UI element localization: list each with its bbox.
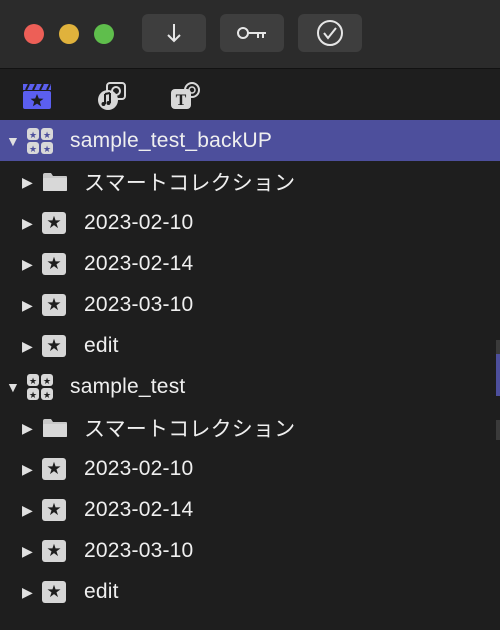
disclosure-triangle-closed[interactable]: ▶ <box>22 585 36 599</box>
clapper-star-icon <box>23 83 51 109</box>
photo-music-icon <box>98 82 126 110</box>
event-label: 2023-02-14 <box>84 497 194 521</box>
event-row[interactable]: ▶ ★ edit <box>0 325 500 366</box>
event-label: 2023-03-10 <box>84 292 194 316</box>
library-row[interactable]: ▼ ★ ★ ★ ★ sample_test_backUP <box>0 120 500 161</box>
event-star-icon: ★ <box>42 498 66 521</box>
event-row[interactable]: ▶ ★ 2023-03-10 <box>0 284 500 325</box>
svg-text:★: ★ <box>29 144 37 154</box>
event-row[interactable]: ▶ ★ 2023-02-14 <box>0 489 500 530</box>
titles-t-icon: T <box>171 82 200 109</box>
disclosure-triangle-open[interactable]: ▼ <box>6 380 20 394</box>
event-row[interactable]: ▶ ★ edit <box>0 571 500 612</box>
event-label: 2023-02-14 <box>84 251 194 275</box>
disclosure-triangle-closed[interactable]: ▶ <box>22 298 36 312</box>
library-icon: ★ ★ ★ ★ <box>27 128 53 154</box>
event-row[interactable]: ▶ ★ 2023-03-10 <box>0 530 500 571</box>
svg-text:★: ★ <box>43 144 51 154</box>
disclosure-triangle-closed[interactable]: ▶ <box>22 462 36 476</box>
disclosure-triangle-closed[interactable]: ▶ <box>22 503 36 517</box>
svg-text:★: ★ <box>43 376 51 386</box>
smart-collection-folder-row[interactable]: ▶ スマートコレクション <box>0 407 500 448</box>
event-star-icon: ★ <box>42 457 66 480</box>
disclosure-triangle-closed[interactable]: ▶ <box>22 339 36 353</box>
key-icon <box>237 27 266 39</box>
svg-text:★: ★ <box>43 130 51 140</box>
event-star-icon: ★ <box>42 211 66 234</box>
folder-label: スマートコレクション <box>84 417 296 441</box>
import-button[interactable] <box>142 14 206 52</box>
event-star-icon: ★ <box>42 580 66 603</box>
disclosure-triangle-closed[interactable]: ▶ <box>22 421 36 435</box>
svg-text:★: ★ <box>29 130 37 140</box>
library-tree: ▼ ★ ★ ★ ★ sample_test_backUP ▶ スマートコレクショ… <box>0 120 500 612</box>
disclosure-triangle-closed[interactable]: ▶ <box>22 216 36 230</box>
library-name: sample_test <box>70 374 186 398</box>
svg-text:★: ★ <box>43 390 51 400</box>
arrow-down-icon <box>167 24 181 43</box>
tab-photos-audio[interactable] <box>94 80 128 112</box>
scrollbar-edge-lower[interactable] <box>496 420 500 440</box>
library-row[interactable]: ▼ ★ ★ ★ ★ sample_test <box>0 366 500 407</box>
event-label: edit <box>84 333 119 357</box>
svg-text:★: ★ <box>29 376 37 386</box>
disclosure-triangle-closed[interactable]: ▶ <box>22 544 36 558</box>
event-label: 2023-02-10 <box>84 456 194 480</box>
background-tasks-button[interactable] <box>298 14 362 52</box>
scrollbar-edge[interactable] <box>496 340 500 354</box>
event-star-icon: ★ <box>42 334 66 357</box>
scrollbar-selection-edge <box>496 354 500 396</box>
event-star-icon: ★ <box>42 293 66 316</box>
disclosure-triangle-closed[interactable]: ▶ <box>22 257 36 271</box>
folder-label: スマートコレクション <box>84 171 296 195</box>
checkmark-circle-icon <box>317 20 343 46</box>
minimize-window-button[interactable] <box>59 24 79 44</box>
library-icon: ★ ★ ★ ★ <box>27 374 53 400</box>
event-label: edit <box>84 579 119 603</box>
keyword-editor-button[interactable] <box>220 14 284 52</box>
event-row[interactable]: ▶ ★ 2023-02-14 <box>0 243 500 284</box>
disclosure-triangle-closed[interactable]: ▶ <box>22 175 36 189</box>
smart-collection-folder-row[interactable]: ▶ スマートコレクション <box>0 161 500 202</box>
svg-text:★: ★ <box>29 390 37 400</box>
folder-icon <box>43 173 67 191</box>
event-row[interactable]: ▶ ★ 2023-02-10 <box>0 202 500 243</box>
tab-titles-generators[interactable]: T <box>168 80 202 112</box>
folder-icon <box>43 419 67 437</box>
sidebar-tab-bar: T <box>0 69 500 120</box>
disclosure-triangle-open[interactable]: ▼ <box>6 134 20 148</box>
svg-text:T: T <box>176 92 187 109</box>
event-star-icon: ★ <box>42 539 66 562</box>
close-window-button[interactable] <box>24 24 44 44</box>
event-label: 2023-02-10 <box>84 210 194 234</box>
title-bar <box>0 0 500 69</box>
zoom-window-button[interactable] <box>94 24 114 44</box>
library-name: sample_test_backUP <box>70 128 273 152</box>
tab-libraries[interactable] <box>20 80 54 112</box>
event-label: 2023-03-10 <box>84 538 194 562</box>
event-row[interactable]: ▶ ★ 2023-02-10 <box>0 448 500 489</box>
event-star-icon: ★ <box>42 252 66 275</box>
